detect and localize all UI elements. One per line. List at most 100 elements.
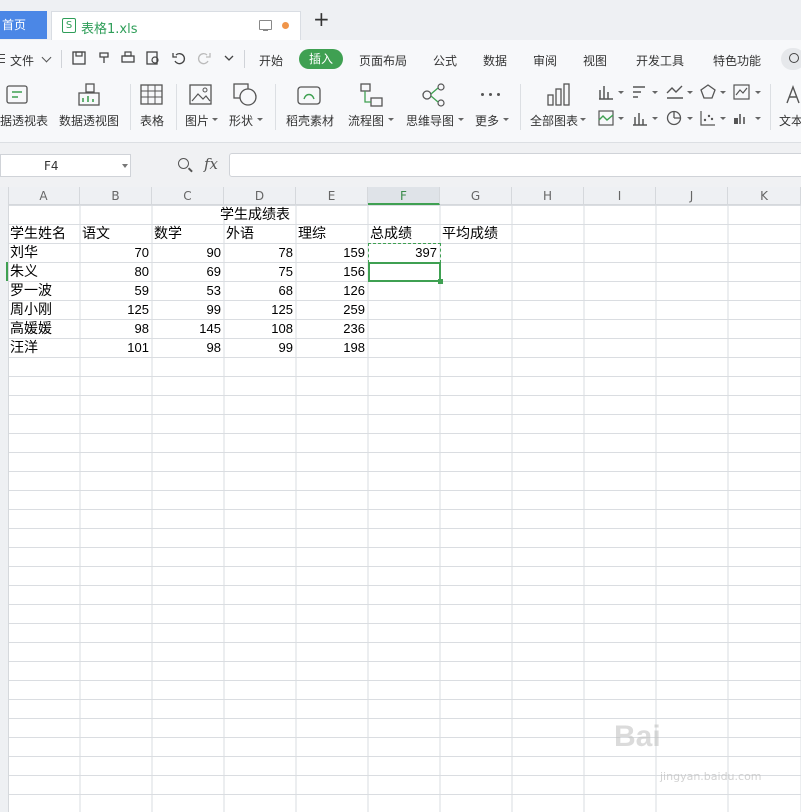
docer-assets-label[interactable]: 稻壳素材 xyxy=(286,112,334,129)
menu-file[interactable]: 文件 xyxy=(10,52,34,69)
score-cell[interactable]: 236 xyxy=(296,319,365,338)
column-header-d[interactable]: D xyxy=(224,187,296,205)
all-charts-icon[interactable] xyxy=(546,83,572,107)
search-button[interactable] xyxy=(781,48,801,70)
score-cell[interactable]: 90 xyxy=(152,243,221,262)
dropdown-arrow-icon[interactable] xyxy=(720,117,726,120)
format-painter-icon[interactable] xyxy=(97,51,111,65)
combo-chart-icon[interactable] xyxy=(632,110,648,126)
dropdown-arrow-icon[interactable] xyxy=(458,118,464,121)
area-chart-icon[interactable] xyxy=(598,110,614,126)
dropdown-arrow-icon[interactable] xyxy=(652,117,658,120)
menu-features[interactable]: 特色功能 xyxy=(713,52,761,69)
score-cell[interactable]: 78 xyxy=(224,243,293,262)
shape-label[interactable]: 形状 xyxy=(229,112,253,129)
column-header-g[interactable]: G xyxy=(440,187,512,205)
score-cell[interactable]: 159 xyxy=(296,243,365,262)
score-cell[interactable]: 59 xyxy=(80,281,149,300)
active-cell-selection[interactable] xyxy=(368,262,441,282)
flowchart-label[interactable]: 流程图 xyxy=(348,112,384,129)
column-header-h[interactable]: H xyxy=(512,187,584,205)
table-label[interactable]: 表格 xyxy=(140,112,164,129)
radar-chart-icon[interactable] xyxy=(700,84,716,100)
score-cell[interactable]: 70 xyxy=(80,243,149,262)
tab-document[interactable]: S 表格1.xls xyxy=(51,11,301,40)
column-header-k[interactable]: K xyxy=(728,187,801,205)
print-icon[interactable] xyxy=(121,51,135,65)
new-tab-button[interactable]: + xyxy=(313,9,330,29)
score-cell[interactable]: 75 xyxy=(224,262,293,281)
table-icon[interactable] xyxy=(140,84,164,106)
header-cell[interactable]: 平均成绩 xyxy=(442,224,532,243)
pie-chart-icon[interactable] xyxy=(666,110,682,126)
column-header-a[interactable]: A xyxy=(8,187,80,205)
scatter-chart-icon[interactable] xyxy=(700,110,716,126)
menu-developer[interactable]: 开发工具 xyxy=(636,52,684,69)
formula-input[interactable] xyxy=(229,153,801,177)
more-icon[interactable] xyxy=(481,93,484,96)
pivot-chart-icon[interactable] xyxy=(77,83,103,107)
docer-assets-icon[interactable] xyxy=(297,84,323,108)
score-cell[interactable]: 99 xyxy=(224,338,293,357)
textbox-label[interactable]: 文本 xyxy=(779,112,801,129)
menu-review[interactable]: 审阅 xyxy=(533,52,557,69)
score-cell[interactable]: 125 xyxy=(224,300,293,319)
menu-home[interactable]: 开始 xyxy=(259,52,283,69)
score-cell[interactable]: 156 xyxy=(296,262,365,281)
score-cell[interactable]: 108 xyxy=(224,319,293,338)
score-cell[interactable]: 98 xyxy=(152,338,221,357)
score-cell[interactable]: 80 xyxy=(80,262,149,281)
pivot-chart-label[interactable]: 数据透视图 xyxy=(59,112,119,129)
undo-icon[interactable] xyxy=(172,51,186,65)
more-quick-access-icon[interactable] xyxy=(222,51,236,65)
menu-formulas[interactable]: 公式 xyxy=(433,52,457,69)
mindmap-icon[interactable] xyxy=(421,83,447,107)
score-cell[interactable]: 126 xyxy=(296,281,365,300)
pivot-table-icon[interactable] xyxy=(6,84,30,106)
score-cell[interactable]: 99 xyxy=(152,300,221,319)
dropdown-arrow-icon[interactable] xyxy=(580,118,586,121)
name-box[interactable]: F4 xyxy=(0,154,131,177)
column-chart-icon[interactable] xyxy=(598,84,614,100)
score-cell[interactable]: 98 xyxy=(80,319,149,338)
pivot-table-label[interactable]: 据透视表 xyxy=(0,112,48,129)
line-chart-icon[interactable] xyxy=(666,84,684,100)
insert-function-icon[interactable]: fx xyxy=(204,155,218,173)
menu-insert[interactable]: 插入 xyxy=(299,49,343,69)
mindmap-label[interactable]: 思维导图 xyxy=(406,112,454,129)
zoom-icon[interactable] xyxy=(178,158,189,169)
score-cell[interactable]: 259 xyxy=(296,300,365,319)
dropdown-arrow-icon[interactable] xyxy=(257,118,263,121)
column-header-j[interactable]: J xyxy=(656,187,728,205)
score-cell[interactable]: 68 xyxy=(224,281,293,300)
dropdown-arrow-icon[interactable] xyxy=(503,118,509,121)
textbox-icon[interactable] xyxy=(785,84,801,106)
other-chart-icon[interactable] xyxy=(733,110,751,126)
dropdown-arrow-icon[interactable] xyxy=(720,91,726,94)
picture-icon[interactable] xyxy=(189,84,213,106)
fill-handle[interactable] xyxy=(438,279,443,284)
menu-page-layout[interactable]: 页面布局 xyxy=(359,52,407,69)
save-icon[interactable] xyxy=(72,51,86,65)
more-label[interactable]: 更多 xyxy=(475,112,499,129)
sheet-title-cell[interactable]: 学生成绩表 xyxy=(220,205,320,224)
bar-chart-icon[interactable] xyxy=(632,84,648,100)
dropdown-arrow-icon[interactable] xyxy=(388,118,394,121)
print-preview-icon[interactable] xyxy=(146,51,160,65)
dropdown-arrow-icon[interactable] xyxy=(687,91,693,94)
hamburger-icon[interactable] xyxy=(0,58,5,60)
column-header-b[interactable]: B xyxy=(80,187,152,205)
column-header-f[interactable]: F xyxy=(368,187,440,205)
menu-data[interactable]: 数据 xyxy=(483,52,507,69)
monitor-icon[interactable] xyxy=(259,20,272,32)
flowchart-icon[interactable] xyxy=(359,83,385,107)
score-cell[interactable]: 198 xyxy=(296,338,365,357)
dropdown-arrow-icon[interactable] xyxy=(618,117,624,120)
dropdown-arrow-icon[interactable] xyxy=(755,91,761,94)
shape-icon[interactable] xyxy=(233,83,259,107)
column-header-e[interactable]: E xyxy=(296,187,368,205)
redo-icon[interactable] xyxy=(197,51,211,65)
score-cell[interactable]: 125 xyxy=(80,300,149,319)
score-cell[interactable]: 101 xyxy=(80,338,149,357)
dropdown-arrow-icon[interactable] xyxy=(755,117,761,120)
